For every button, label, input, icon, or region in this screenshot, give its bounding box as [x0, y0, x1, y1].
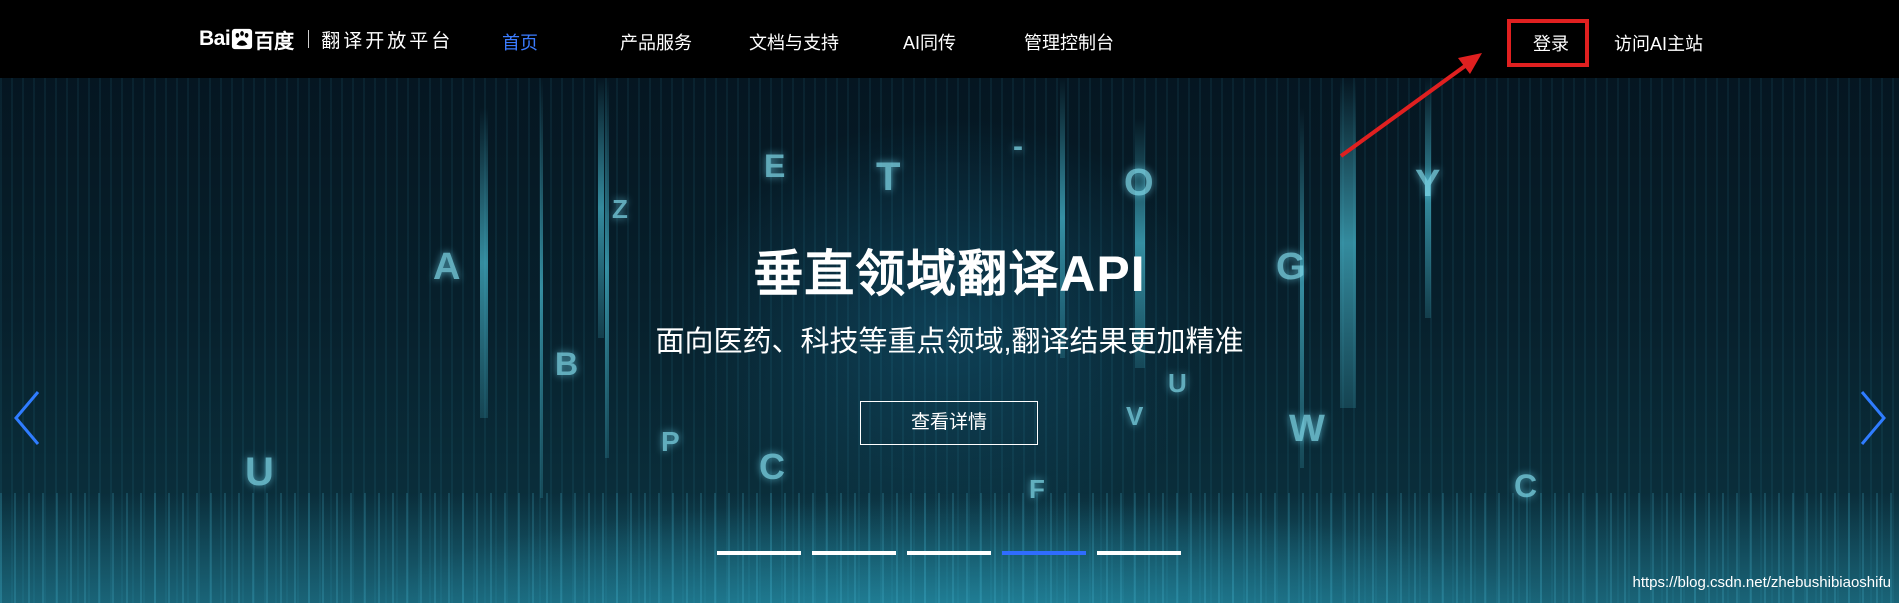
floating-letter: T [876, 155, 901, 199]
light-beam [1060, 78, 1065, 358]
view-details-button[interactable]: 查看详情 [860, 401, 1038, 445]
nav-item-console[interactable]: 管理控制台 [1024, 29, 1114, 55]
hero-floor-glow [0, 493, 1899, 603]
floating-letter: E [764, 148, 786, 184]
hero-banner: A Z E T - O Y G B U V W P C U F C 垂直领域翻译… [0, 78, 1899, 603]
floating-letter: Y [1415, 163, 1441, 205]
carousel-dot-3[interactable] [907, 551, 991, 555]
nav-item-ai-interpretation[interactable]: AI同传 [903, 29, 956, 55]
carousel-dot-5[interactable] [1097, 551, 1181, 555]
floating-letter: W [1289, 408, 1325, 450]
platform-name: 翻译开放平台 [321, 30, 454, 52]
carousel-prev-arrow-icon[interactable] [12, 388, 42, 448]
top-navbar: Bai 百度 翻译开放平台 首页 产品服务 文档与支持 AI同传 管理控制台 登… [0, 0, 1899, 78]
carousel-dot-4[interactable] [1002, 551, 1086, 555]
floating-letter: U [245, 450, 274, 494]
login-link[interactable]: 登录 [1533, 30, 1569, 56]
floating-letter: C [759, 446, 785, 487]
nav-item-docs[interactable]: 文档与支持 [749, 29, 839, 55]
carousel-next-arrow-icon[interactable] [1858, 388, 1888, 448]
floating-letter: Z [612, 194, 628, 224]
hero-title: 垂直领域翻译API [753, 246, 1146, 302]
floating-letter: P [661, 426, 680, 457]
nav-item-products[interactable]: 产品服务 [620, 29, 692, 55]
floating-letter: O [1124, 162, 1154, 204]
floating-letter: - [1013, 130, 1023, 163]
csdn-watermark: https://blog.csdn.net/zhebushibiaoshifu [1632, 574, 1891, 591]
carousel-dot-2[interactable] [812, 551, 896, 555]
carousel-indicators [717, 551, 1181, 555]
nav-item-home[interactable]: 首页 [502, 29, 538, 55]
hero-subtitle: 面向医药、科技等重点领域,翻译结果更加精准 [655, 326, 1244, 358]
floating-letter: U [1168, 368, 1187, 398]
visit-ai-site-link[interactable]: 访问AI主站 [1614, 30, 1703, 56]
logo-divider [308, 30, 310, 48]
paw-icon [232, 28, 253, 50]
logo-text-du: 百度 [254, 30, 295, 53]
baidu-logo[interactable]: Bai 百度 翻译开放平台 [199, 22, 453, 56]
carousel-dot-1[interactable] [717, 551, 801, 555]
floating-letter: V [1126, 401, 1144, 431]
logo-text-bai: Bai [199, 27, 231, 50]
